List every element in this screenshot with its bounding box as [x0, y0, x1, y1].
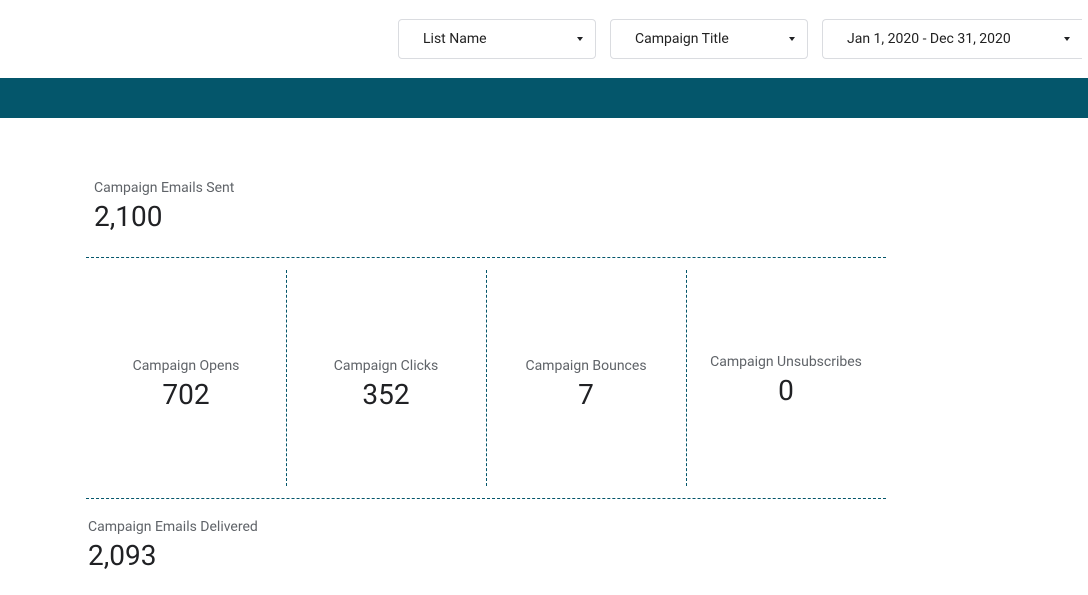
divider: [86, 257, 886, 258]
date-range-select[interactable]: Jan 1, 2020 - Dec 31, 2020: [822, 19, 1082, 59]
list-name-select[interactable]: List Name: [398, 19, 596, 59]
list-name-select-label: List Name: [423, 31, 487, 47]
chevron-down-icon: [577, 37, 583, 41]
metric-opens: Campaign Opens 702: [86, 270, 286, 498]
metric-delivered: Campaign Emails Delivered 2,093: [86, 519, 1088, 572]
metric-bounces-value: 7: [578, 378, 594, 411]
metric-unsubs-label: Campaign Unsubscribes: [710, 354, 862, 370]
dashboard-content: Campaign Emails Sent 2,100 Campaign Open…: [0, 118, 1088, 572]
metric-sent-value: 2,100: [94, 200, 1088, 233]
metric-sent-label: Campaign Emails Sent: [94, 180, 1088, 196]
chevron-down-icon: [1064, 37, 1070, 41]
divider: [86, 498, 886, 499]
metric-bounces-label: Campaign Bounces: [525, 358, 646, 374]
metric-clicks-value: 352: [362, 378, 409, 411]
metric-unsubs: Campaign Unsubscribes 0: [686, 270, 886, 498]
metric-clicks-label: Campaign Clicks: [334, 358, 439, 374]
metrics-row: Campaign Opens 702 Campaign Clicks 352 C…: [86, 270, 886, 498]
metric-delivered-value: 2,093: [88, 539, 1088, 572]
campaign-title-select-label: Campaign Title: [635, 31, 729, 47]
metric-delivered-label: Campaign Emails Delivered: [88, 519, 1088, 535]
header-band: [0, 78, 1088, 118]
metric-unsubs-value: 0: [778, 374, 794, 407]
metric-opens-label: Campaign Opens: [133, 358, 240, 374]
chevron-down-icon: [789, 37, 795, 41]
filter-bar: List Name Campaign Title Jan 1, 2020 - D…: [0, 0, 1088, 78]
metric-bounces: Campaign Bounces 7: [486, 270, 686, 498]
date-range-select-label: Jan 1, 2020 - Dec 31, 2020: [847, 31, 1011, 47]
metric-sent: Campaign Emails Sent 2,100: [86, 180, 1088, 233]
campaign-title-select[interactable]: Campaign Title: [610, 19, 808, 59]
metric-clicks: Campaign Clicks 352: [286, 270, 486, 498]
metric-opens-value: 702: [162, 378, 209, 411]
